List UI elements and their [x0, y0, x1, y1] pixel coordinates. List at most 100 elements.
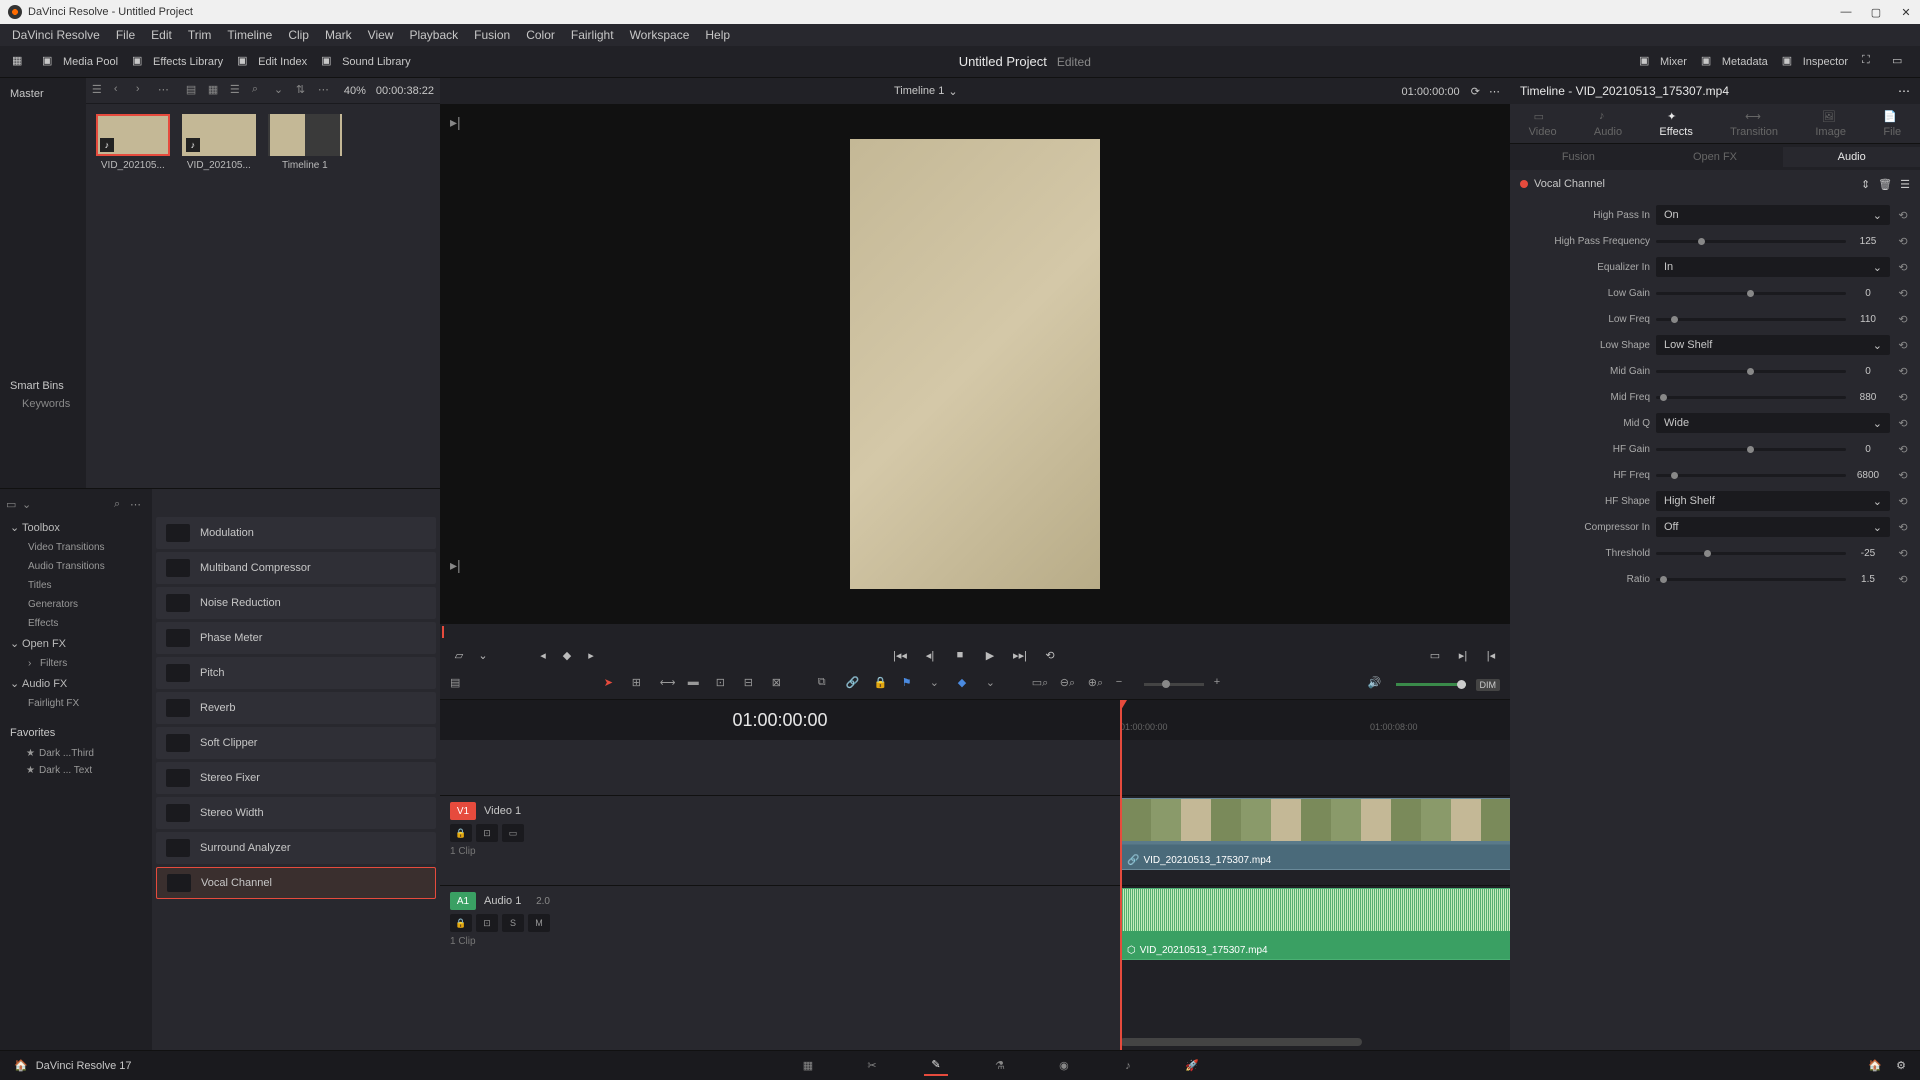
- media-pool-button[interactable]: ▣Media Pool: [42, 54, 118, 70]
- menu-mark[interactable]: Mark: [325, 28, 352, 42]
- fx-item-modulation[interactable]: Modulation: [156, 517, 436, 549]
- lock-icon[interactable]: 🔒: [450, 824, 472, 842]
- menu-color[interactable]: Color: [526, 28, 555, 42]
- viewer[interactable]: ▸| ▸|: [440, 104, 1510, 624]
- range-icon[interactable]: ▭⌕: [1032, 676, 1050, 694]
- lock-icon[interactable]: 🔒: [450, 914, 472, 932]
- track-number[interactable]: A1: [450, 892, 476, 910]
- thumb-view-icon[interactable]: ▦: [208, 83, 224, 99]
- step-in-icon[interactable]: ▸|: [450, 114, 461, 131]
- reset-icon[interactable]: ⟲: [1896, 235, 1910, 248]
- customize-icon[interactable]: ☰: [1900, 178, 1910, 191]
- param-slider[interactable]: [1656, 578, 1846, 581]
- param-value[interactable]: 110: [1846, 314, 1890, 325]
- reset-icon[interactable]: ⟲: [1896, 365, 1910, 378]
- strip-view-icon[interactable]: ▤: [186, 83, 202, 99]
- reset-icon[interactable]: ⟲: [1896, 417, 1910, 430]
- trim-tool[interactable]: ⊞: [632, 676, 650, 694]
- chevron-down-icon[interactable]: ⌄: [948, 85, 957, 98]
- menu-fusion[interactable]: Fusion: [474, 28, 510, 42]
- param-select[interactable]: High Shelf⌄: [1656, 491, 1890, 511]
- media-page-button[interactable]: ▦: [796, 1056, 820, 1076]
- tree-item-effects[interactable]: Effects: [0, 614, 152, 633]
- fx-item-stereo-fixer[interactable]: Stereo Fixer: [156, 762, 436, 794]
- toolbox-node[interactable]: ⌄Toolbox: [0, 517, 152, 538]
- reset-icon[interactable]: ⟲: [1896, 443, 1910, 456]
- sound-library-button[interactable]: ▣Sound Library: [321, 54, 411, 70]
- crop-icon[interactable]: ▱: [450, 646, 468, 664]
- param-slider[interactable]: [1656, 552, 1846, 555]
- reset-icon[interactable]: ⟲: [1896, 469, 1910, 482]
- reset-icon[interactable]: ⟲: [1896, 287, 1910, 300]
- param-value[interactable]: 880: [1846, 392, 1890, 403]
- auto-select-icon[interactable]: ⊡: [476, 824, 498, 842]
- next-edit-icon[interactable]: ▸|: [1454, 646, 1472, 664]
- inspector-tab-file[interactable]: 📄File: [1875, 106, 1909, 142]
- fx-item-vocal-channel[interactable]: Vocal Channel: [156, 867, 436, 899]
- color-page-button[interactable]: ◉: [1052, 1056, 1076, 1076]
- reset-icon[interactable]: ⟲: [1896, 495, 1910, 508]
- marker-icon[interactable]: ◆: [558, 646, 576, 664]
- fx-item-phase-meter[interactable]: Phase Meter: [156, 622, 436, 654]
- match-frame-icon[interactable]: ▭: [1426, 646, 1444, 664]
- track-lane-v1[interactable]: 🔗VID_20210513_175307.mp4: [1120, 795, 1510, 885]
- menu-davinci-resolve[interactable]: DaVinci Resolve: [12, 28, 100, 42]
- smart-bins-header[interactable]: Smart Bins: [10, 380, 76, 392]
- param-slider[interactable]: [1656, 292, 1846, 295]
- fairlight-fx-node[interactable]: Fairlight FX: [0, 694, 152, 713]
- param-value[interactable]: 125: [1846, 236, 1890, 247]
- inspector-tab-effects[interactable]: ✦Effects: [1651, 106, 1700, 142]
- param-value[interactable]: 6800: [1846, 470, 1890, 481]
- param-value[interactable]: 0: [1846, 444, 1890, 455]
- insert-tool[interactable]: ⊡: [716, 676, 734, 694]
- inspector-tab-image[interactable]: 🖼Image: [1807, 106, 1854, 142]
- marker-tool[interactable]: ◆: [958, 676, 976, 694]
- effects-library-button[interactable]: ▣Effects Library: [132, 54, 223, 70]
- fullscreen-icon[interactable]: ⛶: [1862, 54, 1878, 70]
- list-icon[interactable]: ☰: [230, 83, 246, 99]
- stop-button[interactable]: ■: [951, 646, 969, 664]
- param-slider[interactable]: [1656, 474, 1846, 477]
- mixer-button[interactable]: ▣Mixer: [1639, 54, 1687, 70]
- fx-item-reverb[interactable]: Reverb: [156, 692, 436, 724]
- prev-frame-button[interactable]: ◂|: [921, 646, 939, 664]
- prev-marker-icon[interactable]: ◂: [534, 646, 552, 664]
- playhead[interactable]: [1120, 700, 1122, 1050]
- media-thumb[interactable]: Timeline 1: [268, 114, 342, 171]
- chevron-down-icon[interactable]: ⌄: [22, 498, 38, 514]
- tree-item-audio-transitions[interactable]: Audio Transitions: [0, 557, 152, 576]
- speaker-icon[interactable]: 🔊: [1368, 676, 1386, 694]
- last-frame-button[interactable]: ▸▸|: [1011, 646, 1029, 664]
- home-icon[interactable]: 🏠: [14, 1059, 28, 1072]
- reset-icon[interactable]: ⟲: [1896, 313, 1910, 326]
- flag-icon[interactable]: ⚑: [902, 676, 920, 694]
- loop-button[interactable]: ⟲: [1041, 646, 1059, 664]
- param-select[interactable]: Low Shelf⌄: [1656, 335, 1890, 355]
- reset-icon[interactable]: ⟲: [1896, 547, 1910, 560]
- replace-tool[interactable]: ⊠: [772, 676, 790, 694]
- selection-tool[interactable]: ➤: [604, 676, 622, 694]
- clip[interactable]: ⬡VID_20210513_175307.mp4: [1120, 888, 1510, 960]
- record-icon[interactable]: ⊡: [476, 914, 498, 932]
- step-out-icon[interactable]: ▸|: [450, 557, 461, 574]
- tree-item-titles[interactable]: Titles: [0, 576, 152, 595]
- param-select[interactable]: Off⌄: [1656, 517, 1890, 537]
- zoom-out-icon[interactable]: ⊖⌕: [1060, 676, 1078, 694]
- zoom-in-icon[interactable]: ⊕⌕: [1088, 676, 1106, 694]
- sync-icon[interactable]: ⟳: [1471, 86, 1480, 98]
- disable-icon[interactable]: ▭: [502, 824, 524, 842]
- play-button[interactable]: ▶: [981, 646, 999, 664]
- track-header-v1[interactable]: V1Video 1🔒⊡▭1 Clip: [440, 795, 1120, 885]
- menu-playback[interactable]: Playback: [409, 28, 458, 42]
- solo-button[interactable]: S: [502, 914, 524, 932]
- fusion-page-button[interactable]: ⚗: [988, 1056, 1012, 1076]
- timeline-tracks[interactable]: 01:00:00:0001:00:08:0001:00:16:0001:00:2…: [1120, 700, 1510, 1050]
- param-select[interactable]: In⌄: [1656, 257, 1890, 277]
- deliver-page-button[interactable]: 🚀: [1180, 1056, 1204, 1076]
- reset-icon[interactable]: ⟲: [1896, 209, 1910, 222]
- media-thumb[interactable]: ♪VID_202105...: [182, 114, 256, 171]
- edit-index-button[interactable]: ▣Edit Index: [237, 54, 307, 70]
- dim-button[interactable]: DIM: [1476, 679, 1501, 691]
- edit-page-button[interactable]: ✎: [924, 1056, 948, 1076]
- inspector-subtab-audio[interactable]: Audio: [1783, 147, 1920, 167]
